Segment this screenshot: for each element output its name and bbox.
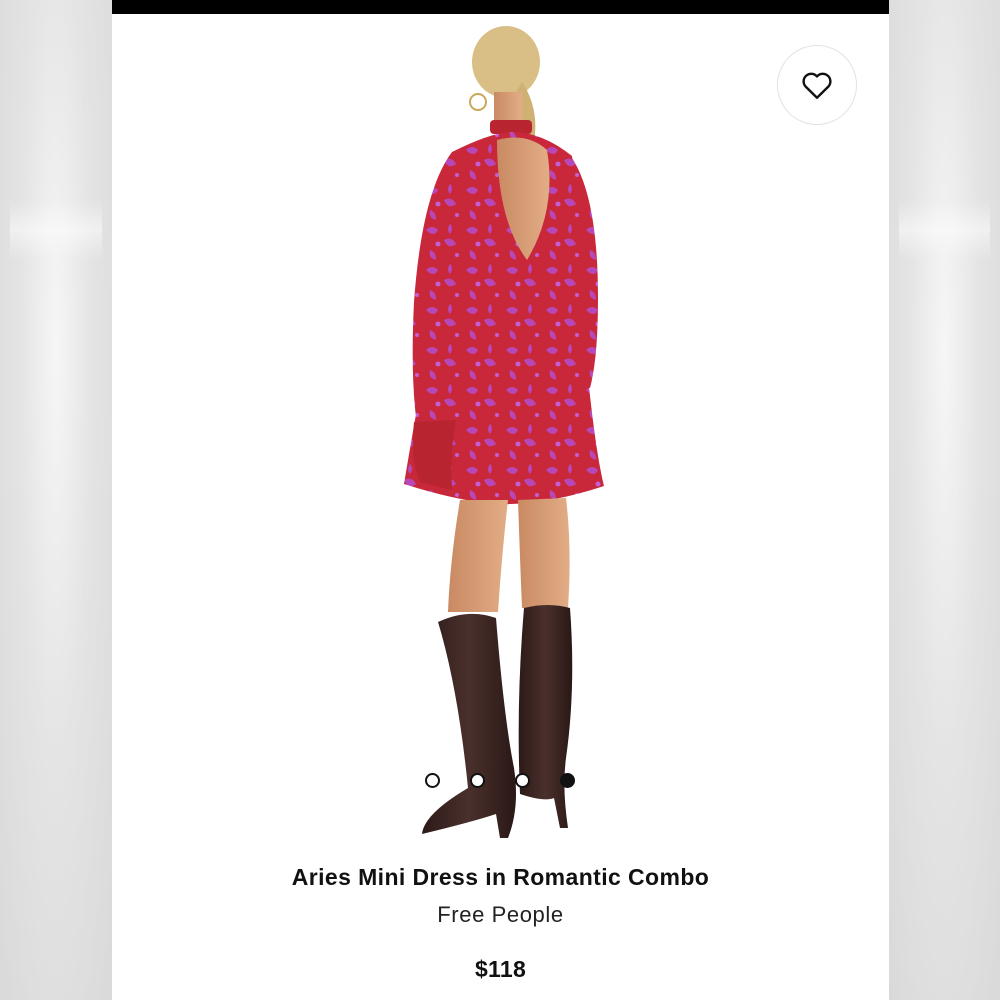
product-image[interactable] — [382, 22, 622, 852]
product-title: Aries Mini Dress in Romantic Combo — [291, 864, 710, 890]
carousel-dots — [425, 773, 575, 789]
product-panel: Aries Mini Dress in Romantic Combo Free … — [112, 0, 889, 1000]
model-illustration — [404, 26, 604, 838]
blurred-background-right — [889, 0, 1000, 1000]
carousel-dot-active[interactable] — [560, 773, 575, 788]
favorite-button[interactable] — [777, 45, 857, 125]
carousel-dot[interactable] — [470, 773, 485, 788]
blurred-background-left — [0, 0, 112, 1000]
product-brand[interactable]: Free People — [112, 902, 889, 928]
top-bar — [112, 0, 889, 14]
product-price: $118 — [474, 956, 527, 982]
carousel-dot[interactable] — [515, 773, 530, 788]
heart-icon — [802, 72, 832, 99]
carousel-dot[interactable] — [425, 773, 440, 788]
